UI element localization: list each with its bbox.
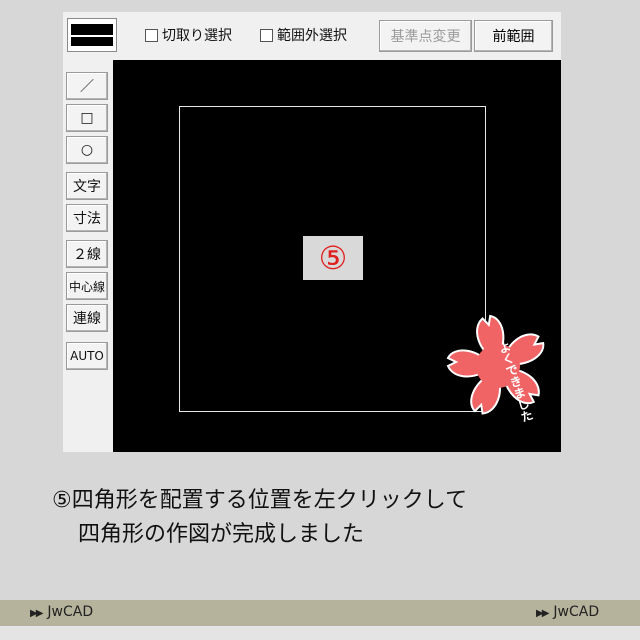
previous-range-button[interactable]: 前範囲 xyxy=(474,20,553,52)
auto-mode-button[interactable]: AUTO xyxy=(66,342,108,370)
footer-right-label: JwCAD xyxy=(553,604,600,620)
drawing-canvas[interactable]: ⑤ よくできました xyxy=(113,60,561,452)
line-tool-button[interactable]: ／ xyxy=(66,72,108,100)
footer-right-tag: ▶▶ JwCAD xyxy=(536,604,599,620)
circle-tool-button[interactable]: ○ xyxy=(66,136,108,164)
jwcad-window: 切取り選択 範囲外選択 基準点変更 前範囲 ／ □ ○ 文字 寸法 ２線 中心線… xyxy=(63,12,561,452)
rectangle-tool-button[interactable]: □ xyxy=(66,104,108,132)
checkbox-icon[interactable] xyxy=(145,28,158,42)
double-arrow-icon: ▶▶ xyxy=(536,608,549,619)
caption-line-2: 四角形の作図が完成しました xyxy=(78,522,365,547)
caption-line-1: ⑤四角形を配置する位置を左クリックして xyxy=(52,488,468,513)
double-arrow-icon: ▶▶ xyxy=(30,608,43,619)
bottom-strip xyxy=(0,626,640,640)
instruction-caption: ⑤四角形を配置する位置を左クリックして 四角形の作図が完成しました xyxy=(52,484,612,552)
checkbox-icon[interactable] xyxy=(260,28,273,42)
footer-left-tag: ▶▶ JwCAD xyxy=(30,604,93,620)
top-toolbar: 切取り選択 範囲外選択 基準点変更 前範囲 xyxy=(63,12,561,61)
line-type-preview[interactable] xyxy=(67,18,117,52)
footer-left-label: JwCAD xyxy=(47,604,94,620)
continuous-line-tool-button[interactable]: 連線 xyxy=(66,304,108,332)
double-line-tool-button[interactable]: ２線 xyxy=(66,240,108,268)
center-line-tool-button[interactable]: 中心線 xyxy=(66,272,108,300)
text-tool-button[interactable]: 文字 xyxy=(66,172,108,200)
cut-select-label: 切取り選択 xyxy=(162,28,232,44)
cut-select-checkbox[interactable]: 切取り選択 xyxy=(145,22,232,48)
out-of-range-select-label: 範囲外選択 xyxy=(277,28,347,44)
out-of-range-select-checkbox[interactable]: 範囲外選択 xyxy=(260,22,347,48)
step-marker: ⑤ xyxy=(303,236,363,280)
footer-bar: ▶▶ JwCAD ▶▶ JwCAD xyxy=(0,600,640,626)
left-tool-palette: ／ □ ○ 文字 寸法 ２線 中心線 連線 AUTO xyxy=(63,60,113,452)
dimension-tool-button[interactable]: 寸法 xyxy=(66,204,108,232)
base-point-change-button[interactable]: 基準点変更 xyxy=(379,20,472,52)
